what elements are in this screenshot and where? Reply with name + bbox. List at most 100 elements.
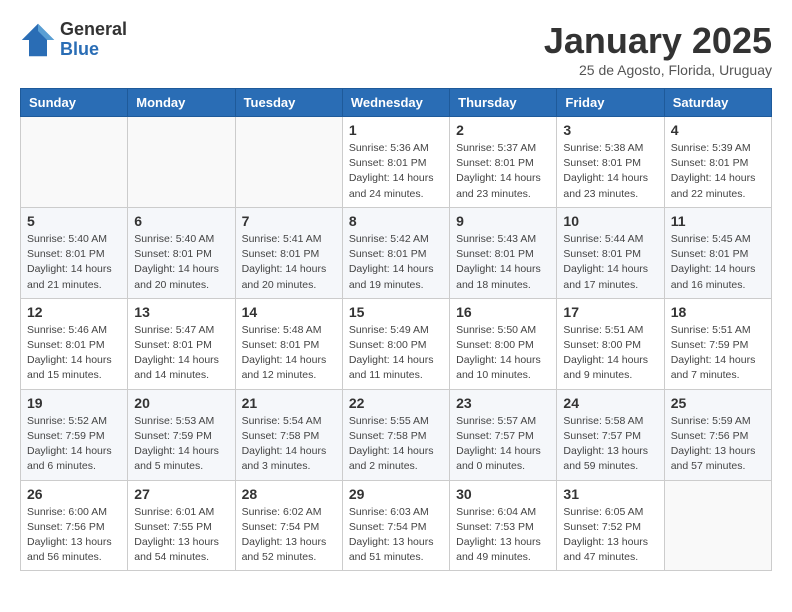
week-row-3: 12Sunrise: 5:46 AM Sunset: 8:01 PM Dayli…	[21, 298, 772, 389]
day-info: Sunrise: 5:40 AM Sunset: 8:01 PM Dayligh…	[27, 232, 121, 293]
day-info: Sunrise: 5:51 AM Sunset: 8:00 PM Dayligh…	[563, 323, 657, 384]
day-number: 23	[456, 395, 550, 411]
location-subtitle: 25 de Agosto, Florida, Uruguay	[544, 62, 772, 78]
calendar-cell: 17 Sunrise: 5:51 AM Sunset: 8:00 PM Dayli…	[557, 298, 664, 389]
calendar-cell: 28 Sunrise: 6:02 AM Sunset: 7:54 PM Dayli…	[235, 480, 342, 571]
day-number: 25	[671, 395, 765, 411]
logo-blue-text: Blue	[60, 40, 127, 60]
day-info: Sunrise: 5:45 AM Sunset: 8:01 PM Dayligh…	[671, 232, 765, 293]
day-info: Sunrise: 6:04 AM Sunset: 7:53 PM Dayligh…	[456, 505, 550, 566]
calendar-cell: 7 Sunrise: 5:41 AM Sunset: 8:01 PM Daylig…	[235, 207, 342, 298]
calendar-cell: 20 Sunrise: 5:53 AM Sunset: 7:59 PM Dayli…	[128, 389, 235, 480]
day-number: 28	[242, 486, 336, 502]
logo-icon	[20, 22, 56, 58]
day-info: Sunrise: 6:00 AM Sunset: 7:56 PM Dayligh…	[27, 505, 121, 566]
calendar-body: 1Sunrise: 5:36 AM Sunset: 8:01 PM Daylig…	[21, 117, 772, 571]
logo-general-text: General	[60, 20, 127, 40]
day-number: 20	[134, 395, 228, 411]
day-number: 21	[242, 395, 336, 411]
week-row-5: 26 Sunrise: 6:00 AM Sunset: 7:56 PM Dayli…	[21, 480, 772, 571]
day-info: Sunrise: 5:42 AM Sunset: 8:01 PM Dayligh…	[349, 232, 443, 293]
calendar-header: SundayMondayTuesdayWednesdayThursdayFrid…	[21, 89, 772, 117]
day-info: Sunrise: 6:01 AM Sunset: 7:55 PM Dayligh…	[134, 505, 228, 566]
calendar-cell: 6Sunrise: 5:40 AM Sunset: 8:01 PM Daylig…	[128, 207, 235, 298]
week-row-2: 5 Sunrise: 5:40 AM Sunset: 8:01 PM Daylig…	[21, 207, 772, 298]
title-block: January 2025 25 de Agosto, Florida, Urug…	[544, 20, 772, 78]
calendar-cell: 16 Sunrise: 5:50 AM Sunset: 8:00 PM Dayli…	[450, 298, 557, 389]
header-friday: Friday	[557, 89, 664, 117]
day-number: 31	[563, 486, 657, 502]
page-header: General Blue January 2025 25 de Agosto, …	[20, 20, 772, 78]
day-info: Sunrise: 6:05 AM Sunset: 7:52 PM Dayligh…	[563, 505, 657, 566]
day-number: 11	[671, 213, 765, 229]
calendar-cell: 11 Sunrise: 5:45 AM Sunset: 8:01 PM Dayli…	[664, 207, 771, 298]
day-info: Sunrise: 5:48 AM Sunset: 8:01 PM Dayligh…	[242, 323, 336, 384]
calendar-table: SundayMondayTuesdayWednesdayThursdayFrid…	[20, 88, 772, 571]
calendar-cell	[235, 117, 342, 208]
calendar-cell: 9 Sunrise: 5:43 AM Sunset: 8:01 PM Daylig…	[450, 207, 557, 298]
day-number: 22	[349, 395, 443, 411]
day-number: 30	[456, 486, 550, 502]
day-info: Sunrise: 5:44 AM Sunset: 8:01 PM Dayligh…	[563, 232, 657, 293]
day-info: Sunrise: 5:53 AM Sunset: 7:59 PM Dayligh…	[134, 414, 228, 475]
day-number: 6	[134, 213, 228, 229]
day-number: 7	[242, 213, 336, 229]
day-number: 18	[671, 304, 765, 320]
day-info: Sunrise: 5:52 AM Sunset: 7:59 PM Dayligh…	[27, 414, 121, 475]
calendar-cell: 12Sunrise: 5:46 AM Sunset: 8:01 PM Dayli…	[21, 298, 128, 389]
day-info: Sunrise: 5:50 AM Sunset: 8:00 PM Dayligh…	[456, 323, 550, 384]
week-row-1: 1Sunrise: 5:36 AM Sunset: 8:01 PM Daylig…	[21, 117, 772, 208]
calendar-cell: 2 Sunrise: 5:37 AM Sunset: 8:01 PM Daylig…	[450, 117, 557, 208]
day-number: 14	[242, 304, 336, 320]
logo: General Blue	[20, 20, 127, 60]
logo-text: General Blue	[60, 20, 127, 60]
calendar-cell	[21, 117, 128, 208]
day-number: 27	[134, 486, 228, 502]
day-info: Sunrise: 5:37 AM Sunset: 8:01 PM Dayligh…	[456, 141, 550, 202]
day-number: 24	[563, 395, 657, 411]
day-info: Sunrise: 6:03 AM Sunset: 7:54 PM Dayligh…	[349, 505, 443, 566]
day-number: 9	[456, 213, 550, 229]
header-tuesday: Tuesday	[235, 89, 342, 117]
month-title: January 2025	[544, 20, 772, 62]
day-info: Sunrise: 5:39 AM Sunset: 8:01 PM Dayligh…	[671, 141, 765, 202]
day-number: 3	[563, 122, 657, 138]
calendar-cell: 10Sunrise: 5:44 AM Sunset: 8:01 PM Dayli…	[557, 207, 664, 298]
calendar-cell	[664, 480, 771, 571]
day-number: 13	[134, 304, 228, 320]
calendar-cell: 8 Sunrise: 5:42 AM Sunset: 8:01 PM Daylig…	[342, 207, 449, 298]
day-info: Sunrise: 5:59 AM Sunset: 7:56 PM Dayligh…	[671, 414, 765, 475]
day-info: Sunrise: 5:47 AM Sunset: 8:01 PM Dayligh…	[134, 323, 228, 384]
calendar-cell	[128, 117, 235, 208]
day-number: 12	[27, 304, 121, 320]
day-number: 17	[563, 304, 657, 320]
calendar-cell: 1Sunrise: 5:36 AM Sunset: 8:01 PM Daylig…	[342, 117, 449, 208]
calendar-cell: 18 Sunrise: 5:51 AM Sunset: 7:59 PM Dayli…	[664, 298, 771, 389]
day-number: 8	[349, 213, 443, 229]
day-info: Sunrise: 6:02 AM Sunset: 7:54 PM Dayligh…	[242, 505, 336, 566]
day-number: 1	[349, 122, 443, 138]
day-info: Sunrise: 5:43 AM Sunset: 8:01 PM Dayligh…	[456, 232, 550, 293]
day-info: Sunrise: 5:54 AM Sunset: 7:58 PM Dayligh…	[242, 414, 336, 475]
calendar-cell: 14 Sunrise: 5:48 AM Sunset: 8:01 PM Dayli…	[235, 298, 342, 389]
day-number: 19	[27, 395, 121, 411]
week-row-4: 19 Sunrise: 5:52 AM Sunset: 7:59 PM Dayli…	[21, 389, 772, 480]
day-info: Sunrise: 5:49 AM Sunset: 8:00 PM Dayligh…	[349, 323, 443, 384]
calendar-cell: 23Sunrise: 5:57 AM Sunset: 7:57 PM Dayli…	[450, 389, 557, 480]
calendar-cell: 27 Sunrise: 6:01 AM Sunset: 7:55 PM Dayli…	[128, 480, 235, 571]
day-number: 15	[349, 304, 443, 320]
header-monday: Monday	[128, 89, 235, 117]
day-number: 26	[27, 486, 121, 502]
day-info: Sunrise: 5:38 AM Sunset: 8:01 PM Dayligh…	[563, 141, 657, 202]
calendar-cell: 24Sunrise: 5:58 AM Sunset: 7:57 PM Dayli…	[557, 389, 664, 480]
day-number: 2	[456, 122, 550, 138]
header-row: SundayMondayTuesdayWednesdayThursdayFrid…	[21, 89, 772, 117]
day-number: 29	[349, 486, 443, 502]
day-info: Sunrise: 5:51 AM Sunset: 7:59 PM Dayligh…	[671, 323, 765, 384]
day-number: 16	[456, 304, 550, 320]
day-number: 5	[27, 213, 121, 229]
calendar-cell: 29 Sunrise: 6:03 AM Sunset: 7:54 PM Dayli…	[342, 480, 449, 571]
day-number: 4	[671, 122, 765, 138]
day-info: Sunrise: 5:41 AM Sunset: 8:01 PM Dayligh…	[242, 232, 336, 293]
calendar-cell: 5 Sunrise: 5:40 AM Sunset: 8:01 PM Daylig…	[21, 207, 128, 298]
